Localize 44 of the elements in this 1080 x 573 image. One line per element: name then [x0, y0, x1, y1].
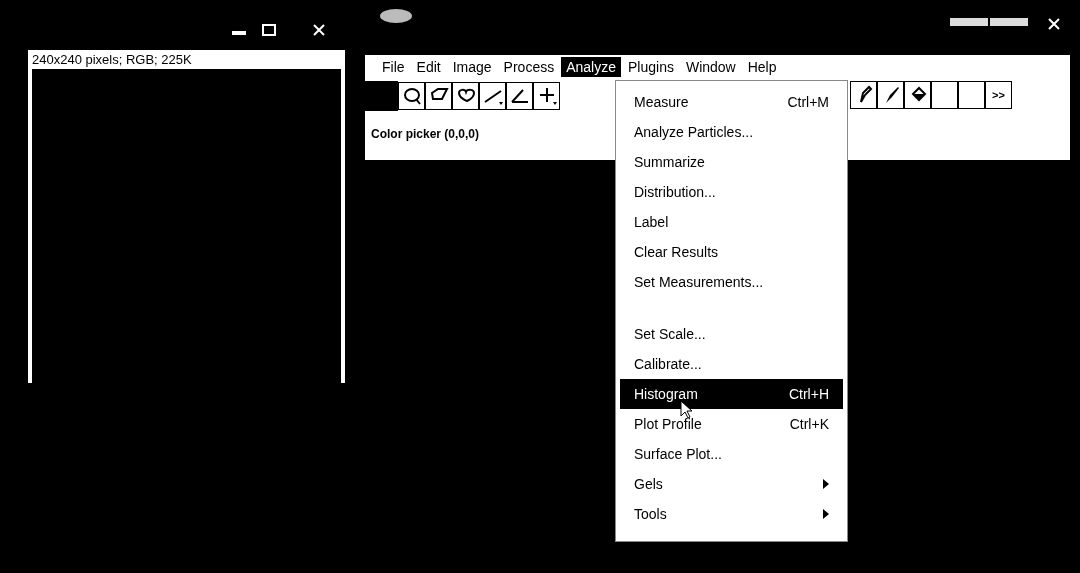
menu-item[interactable]: Gels	[620, 469, 843, 499]
tool-button[interactable]	[398, 82, 425, 110]
menu-item[interactable]: Label	[620, 207, 843, 237]
tool-button[interactable]	[904, 81, 931, 109]
menu-bar-item[interactable]: Help	[742, 57, 782, 77]
close-icon[interactable]	[1045, 16, 1063, 32]
tool-button[interactable]	[452, 82, 479, 110]
menu-item[interactable]: Analyze Particles...	[620, 117, 843, 147]
mouse-cursor-icon	[680, 400, 694, 420]
image-info: 240x240 pixels; RGB; 225K	[32, 52, 193, 67]
toolbar-handle	[365, 81, 398, 111]
maximize-icon[interactable]	[260, 22, 278, 38]
menu-item[interactable]: Set Measurements...	[620, 267, 843, 297]
menu-item[interactable]: Distribution...	[620, 177, 843, 207]
menu-bar-item[interactable]: Edit	[411, 57, 446, 77]
menu-item[interactable]: Clear Results	[620, 237, 843, 267]
menu-item[interactable]: Tools	[620, 499, 843, 529]
menu-item[interactable]: Plot Profile Ctrl+K	[620, 409, 843, 439]
status-text: Color picker (0,0,0)	[371, 127, 480, 141]
tool-button[interactable]	[479, 82, 506, 110]
submenu-arrow-icon	[823, 479, 829, 489]
menu-bar-item[interactable]: Image	[447, 57, 497, 77]
menu-bar-item[interactable]: Process	[498, 57, 560, 77]
menu-item[interactable]: Summarize	[620, 147, 843, 177]
more-tools-button[interactable]: >>	[985, 81, 1012, 109]
submenu-arrow-icon	[823, 509, 829, 519]
menu-item[interactable]: Set Scale...	[620, 319, 843, 349]
tool-button[interactable]	[850, 81, 877, 109]
close-icon[interactable]	[310, 22, 328, 38]
app-icon	[378, 6, 414, 26]
tool-button[interactable]	[877, 81, 904, 109]
menu-bar-item[interactable]: Window	[680, 57, 741, 77]
menu-bar-item[interactable]: Analyze	[561, 57, 621, 77]
menu-bar-item[interactable]: File	[377, 57, 410, 77]
menu-item[interactable]: Surface Plot...	[620, 439, 843, 469]
menu-item[interactable]: Histogram Ctrl+H	[620, 379, 843, 409]
menu-item[interactable]: Measure Ctrl+M	[620, 87, 843, 117]
tool-button[interactable]	[533, 82, 560, 110]
tool-button[interactable]	[506, 82, 533, 110]
menu-bar-item[interactable]: Plugins	[623, 57, 679, 77]
menu-item[interactable]: Calibrate...	[620, 349, 843, 379]
tool-button[interactable]	[958, 81, 985, 109]
tool-button[interactable]	[425, 82, 452, 110]
tool-button[interactable]	[931, 81, 958, 109]
